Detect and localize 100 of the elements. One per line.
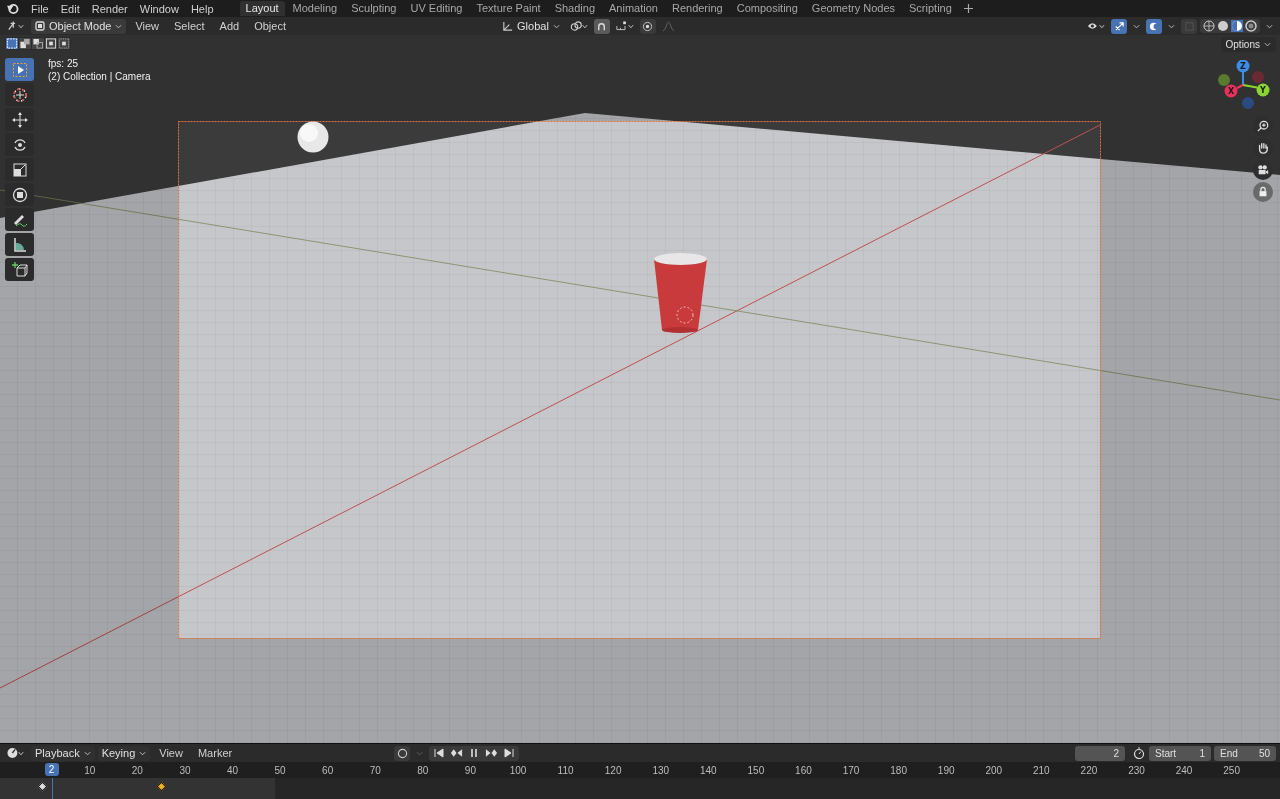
jump-start-icon[interactable]: [434, 748, 445, 758]
menu-item[interactable]: Help: [184, 2, 220, 15]
workspace-tab[interactable]: Scripting: [903, 1, 958, 16]
workspace-tab[interactable]: Layout: [239, 1, 285, 16]
tool-button[interactable]: [5, 233, 34, 256]
frame-number: 180: [889, 764, 908, 776]
menu-item[interactable]: File: [25, 2, 55, 15]
next-keyframe-icon[interactable]: [485, 748, 499, 758]
tool-button[interactable]: [5, 108, 34, 131]
workspace-tab[interactable]: Geometry Nodes: [805, 1, 901, 16]
keyframe-icon[interactable]: [156, 781, 167, 792]
origin-icon: [676, 306, 694, 324]
start-frame-field[interactable]: Start 1: [1149, 745, 1211, 761]
menu-item[interactable]: View: [129, 20, 166, 32]
tool-button[interactable]: [5, 83, 34, 106]
axis-handle[interactable]: [1252, 71, 1264, 83]
workspace-tab[interactable]: UV Editing: [404, 1, 469, 16]
axis-handle[interactable]: [1218, 74, 1230, 86]
menu-item[interactable]: Add: [213, 20, 246, 32]
caret-icon: [1264, 42, 1271, 47]
cursor-tool-icon: [11, 86, 28, 103]
menu-item[interactable]: View: [153, 745, 189, 761]
menu-item[interactable]: Marker: [191, 745, 239, 761]
wireframe-shading-icon[interactable]: [1203, 20, 1215, 32]
workspace-tab[interactable]: Shading: [548, 1, 602, 16]
tool-button[interactable]: [5, 258, 34, 281]
workspace-tab[interactable]: Rendering: [665, 1, 729, 16]
select-mode-icon[interactable]: [58, 38, 70, 49]
tool-button[interactable]: [5, 133, 34, 156]
frame-number: 210: [1032, 764, 1051, 776]
frame-number: 20: [130, 764, 144, 776]
end-frame-field[interactable]: End 50: [1214, 745, 1276, 761]
gizmo-toggle-icon[interactable]: [1111, 18, 1127, 34]
workspace-tab[interactable]: Modeling: [286, 1, 344, 16]
frame-number: 10: [83, 764, 97, 776]
material-shading-icon[interactable]: [1231, 20, 1243, 32]
frame-number: 120: [603, 764, 623, 776]
transform-tool-icon: [11, 186, 28, 203]
rendered-shading-icon[interactable]: [1245, 20, 1257, 32]
axis-handle[interactable]: X: [1224, 84, 1238, 98]
visibility-eye-icon[interactable]: [1087, 20, 1105, 32]
tool-button[interactable]: [5, 58, 34, 81]
menu-item[interactable]: Select: [168, 20, 211, 32]
previous-keyframe-icon[interactable]: [450, 748, 464, 758]
frame-number: 80: [416, 764, 430, 776]
frame-number: 240: [1174, 764, 1194, 776]
frame-number: 60: [321, 764, 335, 776]
caret-icon: [552, 23, 560, 29]
menu-item[interactable]: Edit: [54, 2, 86, 15]
app-logo-icon[interactable]: [6, 3, 19, 14]
caret-icon: [83, 750, 91, 756]
workspace-tab[interactable]: Sculpting: [345, 1, 403, 16]
select-mode-icon[interactable]: [32, 38, 44, 49]
frame-number: 160: [794, 764, 813, 776]
measure-tool-icon: [11, 236, 28, 253]
solid-shading-icon[interactable]: [1217, 20, 1229, 32]
editor-type-icon[interactable]: [7, 20, 25, 32]
frame-number: 130: [651, 764, 671, 776]
overlays-toggle-icon[interactable]: [1146, 18, 1162, 34]
editor-type-icon[interactable]: [7, 747, 25, 759]
proportional-edit-icon[interactable]: [639, 18, 656, 34]
workspace-tab[interactable]: Compositing: [730, 1, 804, 16]
menu-item[interactable]: Playback: [31, 745, 95, 761]
snap-target-icon[interactable]: [615, 20, 634, 32]
pause-icon[interactable]: [469, 748, 480, 758]
stopwatch-icon[interactable]: [1133, 747, 1145, 759]
axis-handle[interactable]: Z: [1236, 60, 1250, 73]
select-mode-icon[interactable]: [19, 38, 31, 49]
tool-button[interactable]: [5, 183, 34, 206]
options-dropdown[interactable]: Options: [1220, 37, 1276, 52]
frame-number: 30: [178, 764, 192, 776]
menu-item[interactable]: Render: [85, 2, 134, 15]
xray-toggle-icon[interactable]: [1181, 18, 1197, 34]
caret-icon: [139, 750, 147, 756]
tool-button[interactable]: [5, 208, 34, 231]
tool-button[interactable]: [5, 158, 34, 181]
jump-end-icon[interactable]: [504, 748, 515, 758]
keyframe-icon[interactable]: [37, 781, 48, 792]
frame-number: 140: [698, 764, 718, 776]
frame-number: 220: [1079, 764, 1099, 776]
axis-handle[interactable]: [1242, 97, 1254, 109]
move-tool-icon: [11, 111, 28, 128]
select-tool-icon: [11, 61, 28, 78]
add-cube-tool-icon: [11, 261, 28, 278]
record-icon[interactable]: [394, 745, 411, 761]
frame-number: 150: [746, 764, 766, 776]
current-frame-field[interactable]: 2: [1075, 745, 1125, 761]
current-frame-indicator[interactable]: 2: [44, 763, 59, 776]
mode-dropdown[interactable]: Object Mode: [31, 18, 127, 34]
frame-number: 100: [508, 764, 528, 776]
pivot-icon[interactable]: [569, 20, 588, 32]
workspace-tab[interactable]: Animation: [603, 1, 664, 16]
menu-item[interactable]: Keying: [97, 745, 151, 761]
menu-item[interactable]: Window: [133, 2, 185, 15]
snap-icon[interactable]: [593, 18, 610, 34]
axis-handle[interactable]: Y: [1256, 83, 1270, 97]
menu-item[interactable]: Object: [248, 20, 292, 32]
workspace-tab[interactable]: Texture Paint: [470, 1, 547, 16]
frame-number: 50: [273, 764, 287, 776]
frame-number: 250: [1222, 764, 1241, 776]
